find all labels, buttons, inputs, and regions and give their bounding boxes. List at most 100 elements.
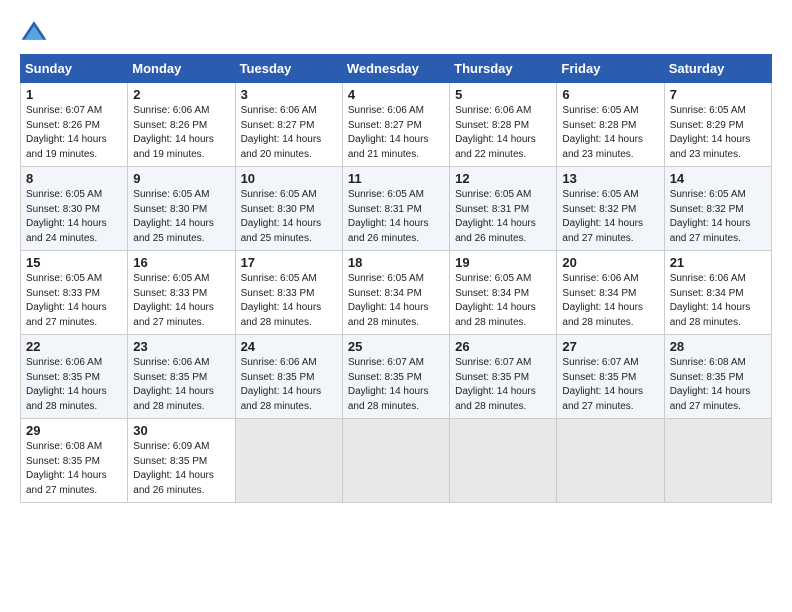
day-number: 21 (670, 255, 766, 270)
day-number: 15 (26, 255, 122, 270)
day-info: Sunrise: 6:07 AMSunset: 8:35 PMDaylight:… (348, 356, 444, 414)
calendar-day-cell (450, 419, 557, 503)
day-number: 11 (348, 171, 444, 186)
calendar-day-cell: 23Sunrise: 6:06 AMSunset: 8:35 PMDayligh… (128, 335, 235, 419)
day-number: 9 (133, 171, 229, 186)
day-number: 10 (241, 171, 337, 186)
day-info: Sunrise: 6:05 AMSunset: 8:34 PMDaylight:… (348, 272, 444, 330)
day-number: 22 (26, 339, 122, 354)
day-number: 19 (455, 255, 551, 270)
day-number: 29 (26, 423, 122, 438)
calendar-day-cell: 29 Sunrise: 6:08 AMSunset: 8:35 PMDayligh… (21, 419, 128, 503)
day-number: 7 (670, 87, 766, 102)
day-number: 28 (670, 339, 766, 354)
day-info: Sunrise: 6:05 AMSunset: 8:34 PMDaylight:… (455, 272, 551, 330)
header (20, 18, 772, 46)
calendar-day-cell: 30 Sunrise: 6:09 AMSunset: 8:35 PMDayligh… (128, 419, 235, 503)
day-info: Sunrise: 6:05 AMSunset: 8:31 PMDaylight:… (348, 188, 444, 246)
calendar-day-cell: 19 Sunrise: 6:05 AMSunset: 8:34 PMDayligh… (450, 251, 557, 335)
day-number: 30 (133, 423, 229, 438)
day-number: 16 (133, 255, 229, 270)
day-info: Sunrise: 6:07 AMSunset: 8:35 PMDaylight:… (562, 356, 658, 414)
day-number: 18 (348, 255, 444, 270)
calendar-day-cell: 8 Sunrise: 6:05 AMSunset: 8:30 PMDaylight… (21, 167, 128, 251)
calendar-day-cell: 7 Sunrise: 6:05 AMSunset: 8:29 PMDaylight… (664, 83, 771, 167)
day-number: 27 (562, 339, 658, 354)
calendar-day-cell (664, 419, 771, 503)
day-info: Sunrise: 6:06 AMSunset: 8:35 PMDaylight:… (26, 356, 122, 414)
calendar-header-cell: Monday (128, 55, 235, 83)
calendar-header-cell: Wednesday (342, 55, 449, 83)
calendar-day-cell (342, 419, 449, 503)
page: SundayMondayTuesdayWednesdayThursdayFrid… (0, 0, 792, 612)
day-number: 23 (133, 339, 229, 354)
day-info: Sunrise: 6:06 AMSunset: 8:34 PMDaylight:… (562, 272, 658, 330)
calendar-body: 1Sunrise: 6:07 AMSunset: 8:26 PMDaylight… (21, 83, 772, 503)
day-number: 12 (455, 171, 551, 186)
calendar-day-cell: 27 Sunrise: 6:07 AMSunset: 8:35 PMDayligh… (557, 335, 664, 419)
calendar-day-cell: 25 Sunrise: 6:07 AMSunset: 8:35 PMDayligh… (342, 335, 449, 419)
day-number: 4 (348, 87, 444, 102)
calendar-day-cell: 11 Sunrise: 6:05 AMSunset: 8:31 PMDayligh… (342, 167, 449, 251)
calendar-header-cell: Friday (557, 55, 664, 83)
day-number: 20 (562, 255, 658, 270)
day-number: 26 (455, 339, 551, 354)
calendar-day-cell (235, 419, 342, 503)
calendar-day-cell: 28Sunrise: 6:08 AMSunset: 8:35 PMDayligh… (664, 335, 771, 419)
calendar-day-cell: 1Sunrise: 6:07 AMSunset: 8:26 PMDaylight… (21, 83, 128, 167)
day-info: Sunrise: 6:06 AMSunset: 8:35 PMDaylight:… (241, 356, 337, 414)
calendar-week-row: 15 Sunrise: 6:05 AMSunset: 8:33 PMDayligh… (21, 251, 772, 335)
day-number: 13 (562, 171, 658, 186)
day-number: 25 (348, 339, 444, 354)
calendar-day-cell: 2 Sunrise: 6:06 AMSunset: 8:26 PMDaylight… (128, 83, 235, 167)
calendar-day-cell: 12 Sunrise: 6:05 AMSunset: 8:31 PMDayligh… (450, 167, 557, 251)
day-info: Sunrise: 6:06 AMSunset: 8:27 PMDaylight:… (241, 104, 337, 162)
calendar-header-cell: Tuesday (235, 55, 342, 83)
calendar-day-cell: 13 Sunrise: 6:05 AMSunset: 8:32 PMDayligh… (557, 167, 664, 251)
calendar-day-cell: 5 Sunrise: 6:06 AMSunset: 8:28 PMDaylight… (450, 83, 557, 167)
calendar-day-cell: 9 Sunrise: 6:05 AMSunset: 8:30 PMDaylight… (128, 167, 235, 251)
calendar-header-cell: Sunday (21, 55, 128, 83)
day-info: Sunrise: 6:06 AMSunset: 8:28 PMDaylight:… (455, 104, 551, 162)
day-info: Sunrise: 6:05 AMSunset: 8:32 PMDaylight:… (670, 188, 766, 246)
logo (20, 18, 52, 46)
day-info: Sunrise: 6:07 AMSunset: 8:26 PMDaylight:… (26, 104, 122, 162)
day-info: Sunrise: 6:05 AMSunset: 8:32 PMDaylight:… (562, 188, 658, 246)
day-info: Sunrise: 6:05 AMSunset: 8:30 PMDaylight:… (26, 188, 122, 246)
day-info: Sunrise: 6:09 AMSunset: 8:35 PMDaylight:… (133, 440, 229, 498)
calendar-day-cell: 6Sunrise: 6:05 AMSunset: 8:28 PMDaylight… (557, 83, 664, 167)
day-number: 3 (241, 87, 337, 102)
day-info: Sunrise: 6:05 AMSunset: 8:29 PMDaylight:… (670, 104, 766, 162)
calendar-day-cell: 17Sunrise: 6:05 AMSunset: 8:33 PMDayligh… (235, 251, 342, 335)
day-number: 2 (133, 87, 229, 102)
calendar-day-cell: 21 Sunrise: 6:06 AMSunset: 8:34 PMDayligh… (664, 251, 771, 335)
calendar-header: SundayMondayTuesdayWednesdayThursdayFrid… (21, 55, 772, 83)
day-info: Sunrise: 6:05 AMSunset: 8:30 PMDaylight:… (133, 188, 229, 246)
day-info: Sunrise: 6:06 AMSunset: 8:34 PMDaylight:… (670, 272, 766, 330)
day-info: Sunrise: 6:05 AMSunset: 8:31 PMDaylight:… (455, 188, 551, 246)
calendar-week-row: 8 Sunrise: 6:05 AMSunset: 8:30 PMDaylight… (21, 167, 772, 251)
calendar: SundayMondayTuesdayWednesdayThursdayFrid… (20, 54, 772, 503)
day-info: Sunrise: 6:05 AMSunset: 8:33 PMDaylight:… (26, 272, 122, 330)
day-info: Sunrise: 6:06 AMSunset: 8:26 PMDaylight:… (133, 104, 229, 162)
calendar-day-cell: 10 Sunrise: 6:05 AMSunset: 8:30 PMDayligh… (235, 167, 342, 251)
calendar-day-cell: 4Sunrise: 6:06 AMSunset: 8:27 PMDaylight… (342, 83, 449, 167)
calendar-day-cell: 15 Sunrise: 6:05 AMSunset: 8:33 PMDayligh… (21, 251, 128, 335)
calendar-week-row: 22 Sunrise: 6:06 AMSunset: 8:35 PMDayligh… (21, 335, 772, 419)
day-number: 5 (455, 87, 551, 102)
day-number: 8 (26, 171, 122, 186)
calendar-day-cell: 14Sunrise: 6:05 AMSunset: 8:32 PMDayligh… (664, 167, 771, 251)
day-info: Sunrise: 6:08 AMSunset: 8:35 PMDaylight:… (26, 440, 122, 498)
calendar-header-cell: Saturday (664, 55, 771, 83)
calendar-day-cell: 22 Sunrise: 6:06 AMSunset: 8:35 PMDayligh… (21, 335, 128, 419)
calendar-day-cell: 16Sunrise: 6:05 AMSunset: 8:33 PMDayligh… (128, 251, 235, 335)
day-number: 17 (241, 255, 337, 270)
calendar-day-cell: 26 Sunrise: 6:07 AMSunset: 8:35 PMDayligh… (450, 335, 557, 419)
calendar-week-row: 1Sunrise: 6:07 AMSunset: 8:26 PMDaylight… (21, 83, 772, 167)
day-number: 6 (562, 87, 658, 102)
day-info: Sunrise: 6:07 AMSunset: 8:35 PMDaylight:… (455, 356, 551, 414)
day-info: Sunrise: 6:05 AMSunset: 8:30 PMDaylight:… (241, 188, 337, 246)
logo-icon (20, 18, 48, 46)
calendar-day-cell: 18 Sunrise: 6:05 AMSunset: 8:34 PMDayligh… (342, 251, 449, 335)
calendar-day-cell: 3 Sunrise: 6:06 AMSunset: 8:27 PMDaylight… (235, 83, 342, 167)
